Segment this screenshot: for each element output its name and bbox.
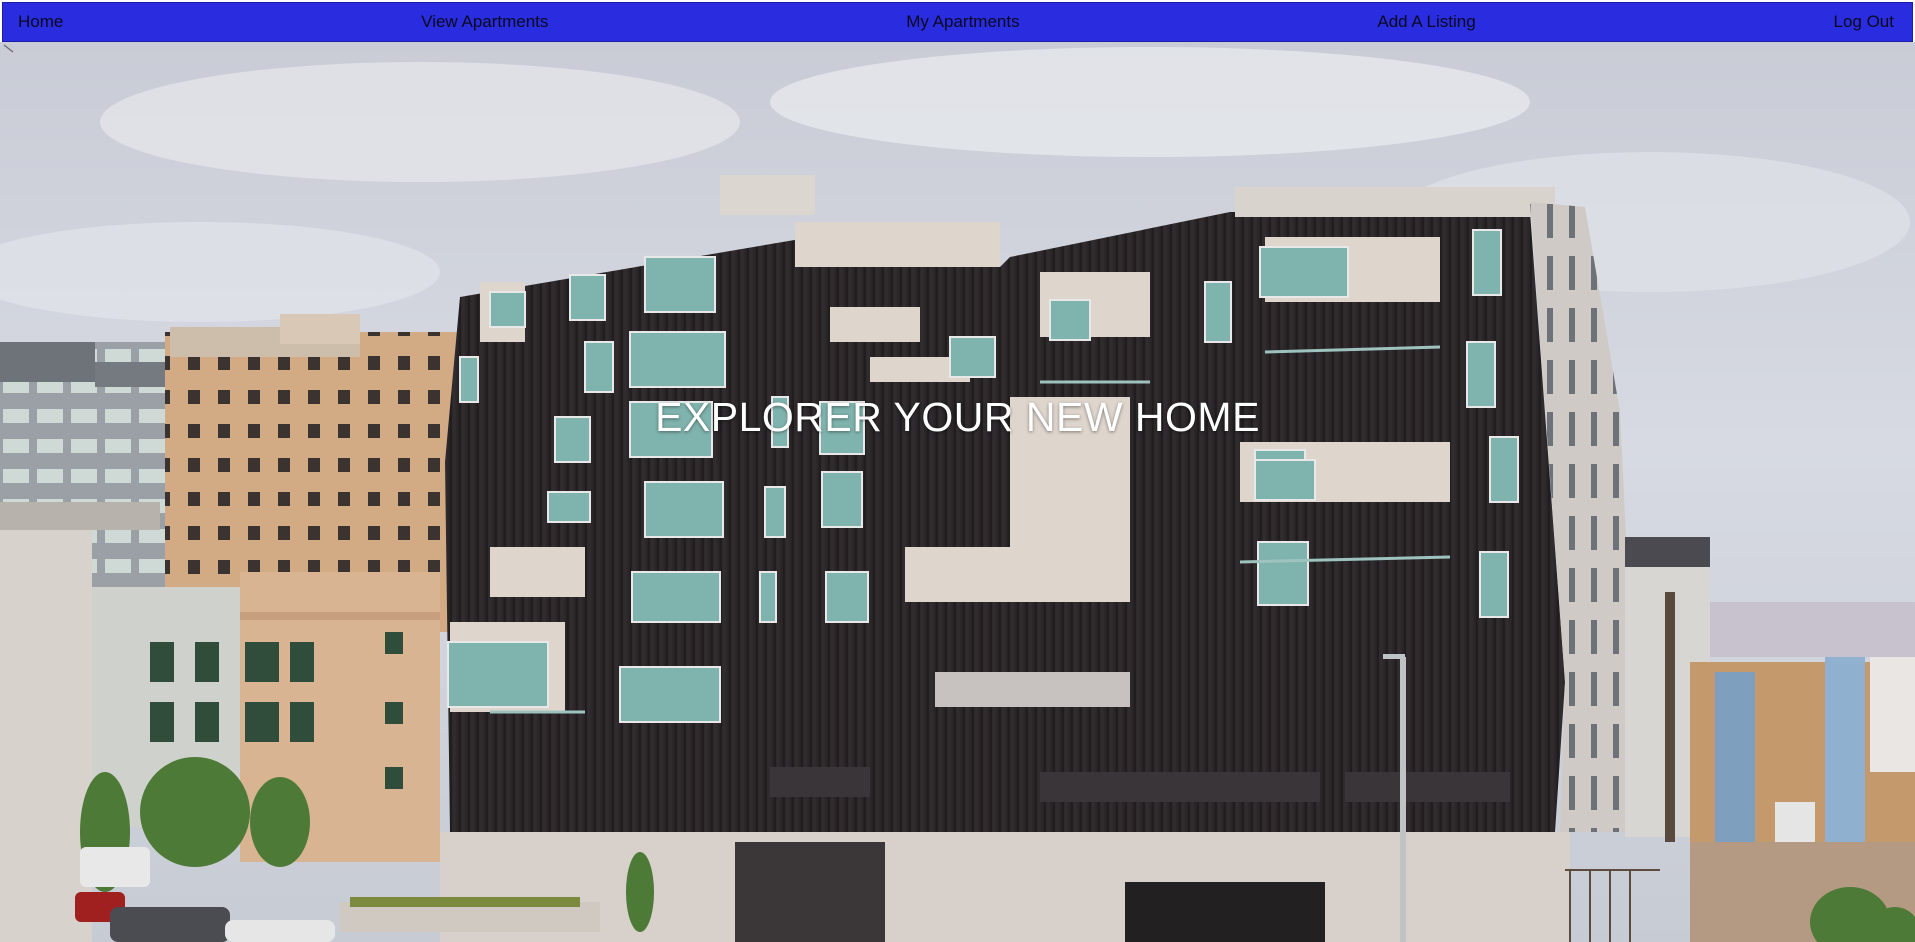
broken-image-icon <box>3 44 14 53</box>
nav-add-listing-link[interactable]: Add A Listing <box>1377 12 1475 32</box>
hero-background-image <box>0 42 1915 942</box>
nav-logout-link[interactable]: Log Out <box>1834 12 1895 32</box>
nav-my-apartments-link[interactable]: My Apartments <box>906 12 1019 32</box>
page: Home View Apartments My Apartments Add A… <box>0 0 1915 942</box>
nav-view-apartments-link[interactable]: View Apartments <box>421 12 548 32</box>
top-navbar: Home View Apartments My Apartments Add A… <box>2 2 1913 42</box>
hero-title: EXPLORER YOUR NEW HOME <box>655 394 1260 440</box>
hero-banner: EXPLORER YOUR NEW HOME <box>0 42 1915 942</box>
nav-home-link[interactable]: Home <box>18 12 63 32</box>
